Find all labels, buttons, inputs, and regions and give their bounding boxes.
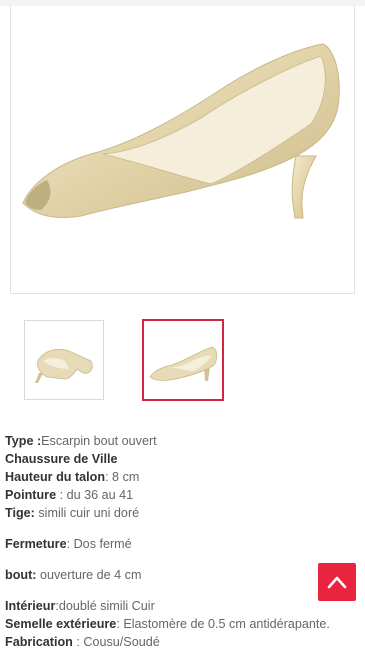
spec-category: Chaussure de Ville: [5, 450, 360, 468]
spec-toe-value: ouverture de 4 cm: [36, 568, 142, 582]
chevron-up-icon: [327, 576, 347, 589]
spec-make-value: : Cousu/Soudé: [72, 635, 160, 649]
spec-upper-label: Tige:: [5, 506, 35, 520]
spec-lining: Intérieur:doublé simili Cuir: [5, 597, 360, 615]
spec-sole: Semelle extérieure: Elastomère de 0.5 cm…: [5, 615, 360, 633]
spec-make-label: Fabrication: [5, 635, 73, 649]
spec-sole-value: : Elastomère de 0.5 cm antidérapante.: [116, 617, 330, 631]
spec-upper: Tige: simili cuir uni doré: [5, 504, 360, 522]
spec-lining-label: Intérieur: [5, 599, 56, 613]
spec-size-value: : du 36 au 41: [56, 488, 134, 502]
spec-heel: Hauteur du talon: 8 cm: [5, 468, 360, 486]
spec-size: Pointure : du 36 au 41: [5, 486, 360, 504]
spec-closure-value: : Dos fermé: [66, 537, 132, 551]
spec-sole-label: Semelle extérieure: [5, 617, 117, 631]
spec-type: Type :Escarpin bout ouvert: [5, 432, 360, 450]
shoe-thumbnail-front: [35, 349, 93, 383]
spec-category-label: Chaussure de Ville: [5, 452, 118, 466]
main-product-image[interactable]: [10, 6, 355, 294]
scroll-to-top-button[interactable]: [318, 563, 356, 601]
spec-toe: bout: ouverture de 4 cm: [5, 566, 360, 584]
spec-heel-value: : 8 cm: [105, 470, 140, 484]
thumbnail-side-view-selected[interactable]: [142, 319, 224, 401]
spec-upper-value: simili cuir uni doré: [34, 506, 140, 520]
spec-closure: Fermeture: Dos fermé: [5, 535, 360, 553]
spec-lining-value: :doublé simili Cuir: [55, 599, 155, 613]
spec-type-label: Type :: [5, 434, 42, 448]
spec-toe-label: bout:: [5, 568, 37, 582]
product-specifications: Type :Escarpin bout ouvert Chaussure de …: [5, 432, 360, 651]
shoe-thumbnail-side: [149, 346, 218, 381]
spec-closure-label: Fermeture: [5, 537, 67, 551]
thumbnail-front-view[interactable]: [24, 320, 104, 400]
spec-heel-label: Hauteur du talon: [5, 470, 106, 484]
shoe-illustration: [22, 43, 340, 219]
spec-type-value: Escarpin bout ouvert: [41, 434, 157, 448]
spec-make: Fabrication : Cousu/Soudé: [5, 633, 360, 651]
spec-size-label: Pointure: [5, 488, 57, 502]
